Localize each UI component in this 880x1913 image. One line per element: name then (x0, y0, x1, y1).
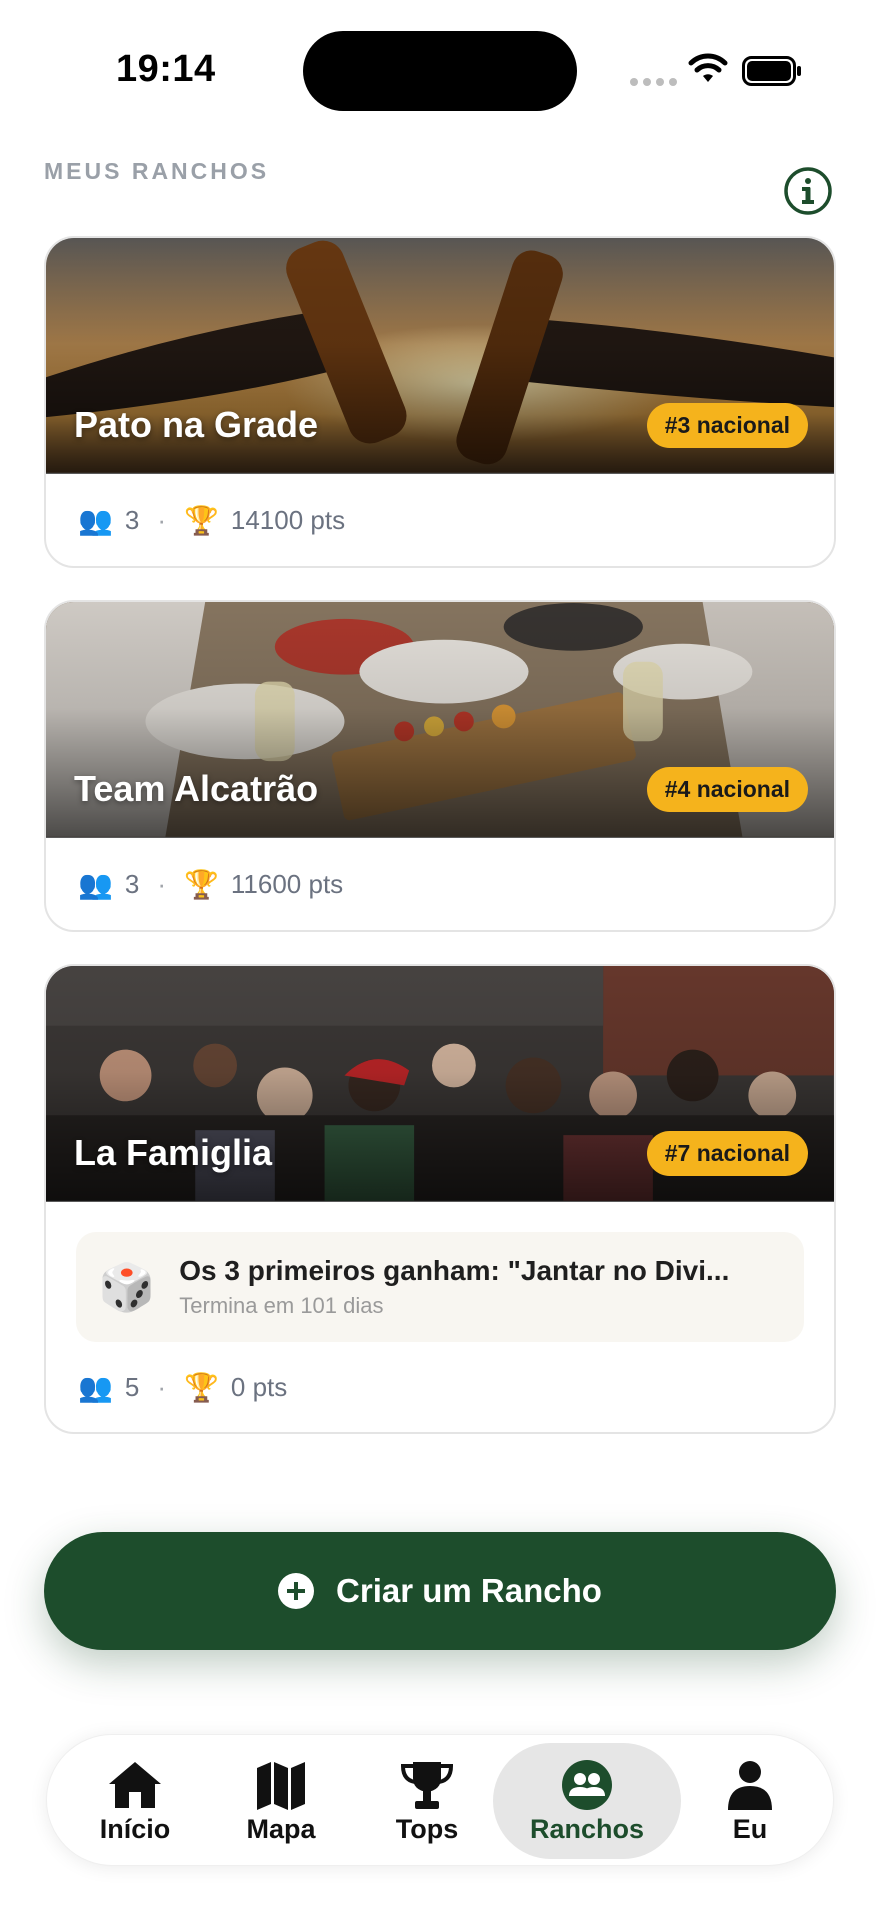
challenge-title: Os 3 primeiros ganham: "Jantar no Divi..… (179, 1255, 730, 1286)
trophy-icon: 🏆 (184, 504, 219, 536)
tab-ranchos[interactable]: Ranchos (493, 1743, 681, 1859)
trophy-icon: 🏆 (184, 868, 219, 900)
separator: · (157, 868, 167, 899)
challenge-banner[interactable]: 🎲 Os 3 primeiros ganham: "Jantar no Divi… (76, 1232, 804, 1342)
group-name: La Famiglia (74, 1132, 273, 1173)
status-time: 19:14 (116, 48, 216, 90)
members-icon: 👥 (78, 504, 113, 536)
group-card-la-famiglia[interactable]: La Famiglia #7 nacional 🎲 Os 3 primeiros… (44, 964, 836, 1434)
group-card-team-alcatrao[interactable]: Team Alcatrão #4 nacional 👥 3 · 🏆 11600 … (44, 600, 836, 932)
map-icon (257, 1761, 305, 1810)
member-count: 3 (124, 504, 140, 535)
tab-label: Início (99, 1813, 171, 1844)
page-title: MEUS RANCHOS (44, 158, 270, 184)
group-hero: La Famiglia #7 nacional (46, 966, 834, 1202)
challenge-deadline: Termina em 101 dias (179, 1293, 384, 1318)
create-group-label: Criar um Rancho (336, 1572, 602, 1609)
group-stats: 👥 3 · 🏆 14100 pts (46, 474, 834, 566)
group-points: 0 pts (230, 1371, 288, 1402)
group-hero: Pato na Grade #3 nacional (46, 238, 834, 474)
home-icon (109, 1761, 161, 1808)
group-name: Pato na Grade (74, 404, 319, 445)
cellular-signal-icon (630, 78, 677, 86)
create-group-button[interactable]: Criar um Rancho (44, 1532, 836, 1650)
tab-label: Eu (732, 1813, 768, 1844)
member-count: 5 (124, 1371, 140, 1402)
person-icon (728, 1760, 772, 1810)
separator: · (157, 504, 167, 535)
members-icon: 👥 (78, 868, 113, 900)
group-points: 14100 pts (230, 504, 346, 535)
members-icon: 👥 (78, 1371, 113, 1403)
plus-circle-icon (278, 1573, 315, 1609)
challenge-text: Os 3 primeiros ganham: "Jantar no Divi..… (179, 1255, 779, 1319)
tab-tops[interactable]: Tops (369, 1735, 485, 1867)
separator: · (157, 1371, 167, 1402)
tab-inicio[interactable]: Início (77, 1735, 193, 1867)
group-stats: 👥 5 · 🏆 0 pts (46, 1342, 834, 1432)
tab-eu[interactable]: Eu (695, 1735, 805, 1867)
tab-bar: Início Mapa Tops Ranchos Eu (46, 1734, 834, 1866)
tab-label: Mapa (246, 1813, 316, 1844)
status-bar: 19:14 (0, 0, 880, 130)
tab-mapa[interactable]: Mapa (223, 1735, 339, 1867)
rank-badge: #7 nacional (646, 1131, 808, 1176)
tab-label: Tops (395, 1813, 459, 1844)
member-count: 3 (124, 868, 140, 899)
group-points: 11600 pts (230, 868, 344, 899)
rank-badge: #4 nacional (646, 767, 808, 812)
battery-icon (742, 56, 801, 86)
group-name: Team Alcatrão (74, 768, 319, 809)
trophy-icon: 🏆 (184, 1371, 219, 1403)
rank-badge: #3 nacional (646, 403, 808, 448)
group-stats: 👥 3 · 🏆 11600 pts (46, 838, 834, 930)
tab-label: Ranchos (529, 1813, 645, 1844)
dice-icon: 🎲 (98, 1260, 156, 1313)
info-icon[interactable] (783, 166, 833, 216)
wifi-icon (688, 53, 728, 82)
dynamic-island (303, 31, 577, 111)
group-hero: Team Alcatrão #4 nacional (46, 602, 834, 838)
group-card-pato-na-grade[interactable]: Pato na Grade #3 nacional 👥 3 · 🏆 14100 … (44, 236, 836, 568)
group-icon (562, 1759, 612, 1810)
trophy-icon (400, 1761, 454, 1809)
